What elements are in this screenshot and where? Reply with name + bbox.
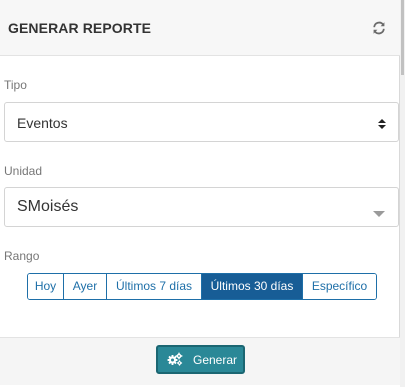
scrollbar-thumb[interactable] [401,0,404,75]
range-ayer-button[interactable]: Ayer [64,274,107,299]
cogs-icon [167,352,183,366]
range-7-dias-button[interactable]: Últimos 7 días [107,274,202,299]
range-30-dias-button[interactable]: Últimos 30 días [202,274,303,299]
report-panel: GENERAR REPORTE Tipo Eventos Unidad SMoi… [0,0,400,385]
unidad-select[interactable]: SMoisés [4,187,399,227]
range-button-group: Hoy Ayer Últimos 7 días Últimos 30 días … [27,273,377,300]
unidad-label: Unidad [4,164,43,178]
panel-title: GENERAR REPORTE [8,20,152,36]
range-hoy-button[interactable]: Hoy [28,274,64,299]
caret-down-icon [373,205,385,217]
refresh-icon[interactable] [371,20,387,36]
panel-header: GENERAR REPORTE [0,0,400,56]
unidad-value: SMoisés [17,198,79,215]
rango-label: Rango [4,249,40,263]
range-especifico-button[interactable]: Específico [303,274,376,299]
tipo-label: Tipo [4,78,27,92]
sort-arrows-icon [377,117,387,129]
tipo-value: Eventos [17,115,68,131]
tipo-select[interactable]: Eventos [4,102,399,142]
generate-button[interactable]: Generar [156,345,245,374]
generate-label: Generar [193,353,238,367]
